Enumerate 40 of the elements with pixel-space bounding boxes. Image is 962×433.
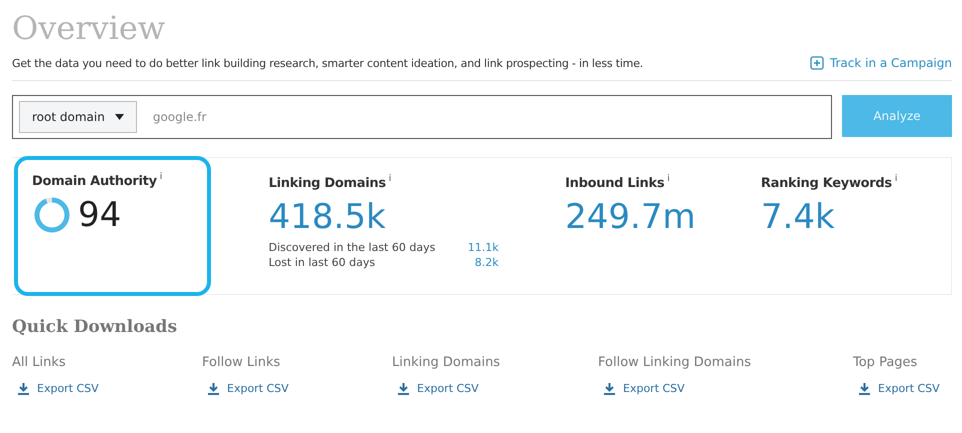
section-title: Quick Downloads xyxy=(12,317,178,337)
track-campaign-link[interactable]: Track in a Campaign xyxy=(810,56,952,70)
info-icon[interactable]: i xyxy=(667,174,670,184)
metric-label: Linking Domains xyxy=(268,176,386,191)
caret-icon xyxy=(114,114,124,120)
subtitle: Get the data you need to do better link building research, smarter content ideation, and link prospecting - in less time. xyxy=(12,56,644,70)
export-csv-link[interactable]: Export CSV xyxy=(598,382,853,395)
search-field[interactable]: root domain google.fr xyxy=(12,95,832,139)
detail-label: Discovered in the last 60 days xyxy=(268,241,436,254)
download-icon xyxy=(18,382,29,394)
metric-value: 94 xyxy=(78,195,122,235)
info-icon[interactable]: i xyxy=(894,174,898,184)
export-csv-link[interactable]: Export CSV xyxy=(392,382,598,395)
export-csv-link[interactable]: Export CSV xyxy=(853,382,952,395)
download-label: Top Pages xyxy=(853,355,918,370)
plus-icon xyxy=(810,56,824,70)
download-label: Follow Linking Domains xyxy=(598,355,752,370)
download-label: Follow Links xyxy=(202,355,282,370)
download-icon xyxy=(398,382,409,394)
metric-value: 7.4k xyxy=(760,197,836,237)
info-icon[interactable]: i xyxy=(388,174,392,184)
metric-value: 249.7m xyxy=(565,197,697,237)
download-icon xyxy=(208,382,219,394)
metric-label: Inbound Links xyxy=(565,176,664,191)
progress-ring xyxy=(32,195,72,235)
detail-label: Lost in last 60 days xyxy=(268,256,376,269)
metric-label: Ranking Keywords xyxy=(760,176,892,191)
metric-label: Domain Authority xyxy=(32,174,157,189)
detail-value: 11.1k xyxy=(466,241,499,254)
export-csv-link[interactable]: Export CSV xyxy=(12,382,202,395)
detail-value: 8.2k xyxy=(474,256,499,269)
page-title: Overview xyxy=(12,8,166,49)
export-csv-link[interactable]: Export CSV xyxy=(202,382,392,395)
info-icon[interactable]: i xyxy=(160,172,162,182)
scope-dropdown[interactable]: root domain xyxy=(19,101,137,133)
download-icon xyxy=(859,382,870,394)
download-icon xyxy=(604,382,615,394)
download-label: Linking Domains xyxy=(392,355,502,370)
metric-value: 418.5k xyxy=(268,197,387,237)
download-label: All Links xyxy=(12,355,67,370)
